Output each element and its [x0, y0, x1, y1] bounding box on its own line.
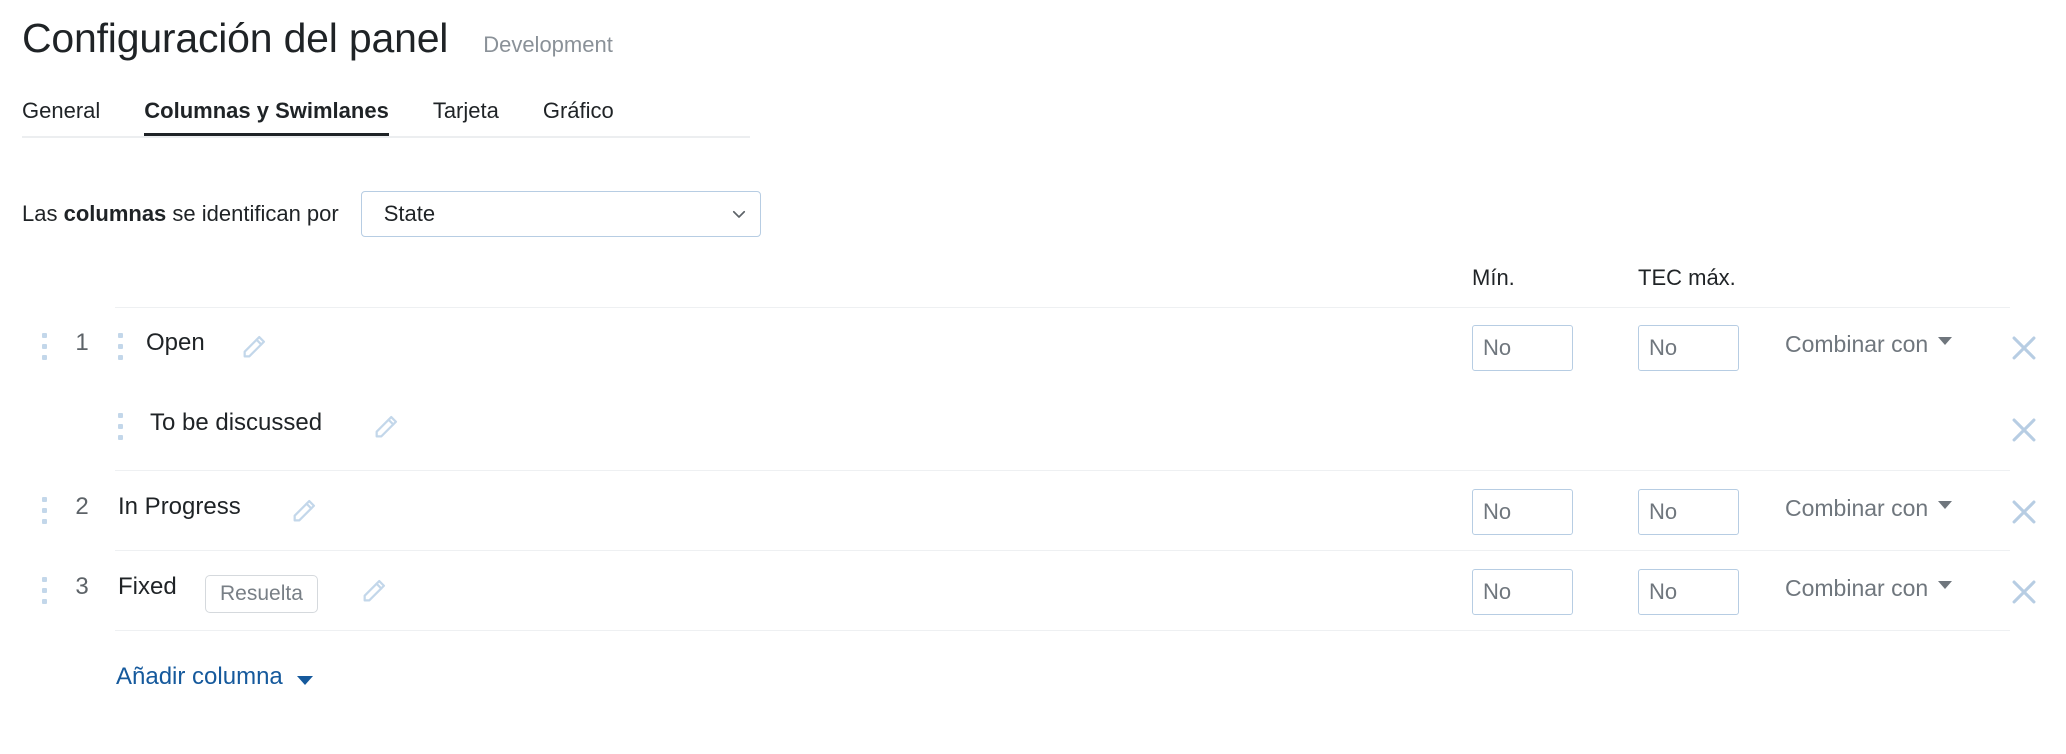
add-column-row: Añadir columna	[0, 657, 2066, 697]
table-row: 3 Fixed Resuelta Combinar con	[0, 551, 2066, 631]
close-icon[interactable]	[2007, 413, 2041, 447]
merge-with-label: Combinar con	[1785, 575, 1929, 601]
pencil-icon[interactable]	[360, 577, 388, 605]
tab-columnas-y-swimlanes[interactable]: Columnas y Swimlanes	[122, 98, 411, 138]
merge-with-label: Combinar con	[1785, 495, 1929, 521]
columns-identified-by-row: Las columnas se identifican por State	[0, 191, 2066, 237]
table-row: 2 In Progress Combinar con	[0, 471, 2066, 551]
row-name: In Progress	[118, 493, 241, 520]
caret-down-icon[interactable]	[296, 675, 313, 685]
caret-down-icon	[1938, 580, 1953, 589]
pencil-icon[interactable]	[372, 413, 400, 441]
drag-handle-icon[interactable]	[118, 413, 126, 441]
identify-label-prefix: Las	[22, 201, 64, 226]
add-column-button[interactable]: Añadir columna	[116, 663, 283, 691]
row-number: 2	[75, 493, 89, 520]
tab-bar-divider	[22, 136, 750, 138]
merge-with-label: Combinar con	[1785, 331, 1929, 357]
table-divider	[115, 630, 2010, 631]
close-icon[interactable]	[2007, 495, 2041, 529]
row-name: Fixed	[118, 573, 177, 600]
drag-handle-icon[interactable]	[42, 577, 50, 605]
min-input[interactable]	[1472, 489, 1573, 535]
merge-with-dropdown[interactable]: Combinar con	[1785, 331, 1953, 358]
table-row: 1 Open Combinar con	[0, 307, 2066, 387]
merge-with-dropdown[interactable]: Combinar con	[1785, 575, 1953, 602]
row-name: Open	[146, 329, 205, 356]
caret-down-icon	[1938, 336, 1953, 345]
merge-with-dropdown[interactable]: Combinar con	[1785, 495, 1953, 522]
tec-max-input[interactable]	[1638, 569, 1739, 615]
close-icon[interactable]	[2007, 331, 2041, 365]
tab-bar: General Columnas y Swimlanes Tarjeta Grá…	[0, 76, 2066, 138]
pencil-icon[interactable]	[240, 333, 268, 361]
caret-down-icon	[1938, 500, 1953, 509]
column-header-tec-max: TEC máx.	[1638, 265, 1736, 290]
drag-handle-icon[interactable]	[42, 497, 50, 525]
page-subtitle: Development	[483, 32, 613, 57]
page-header: Configuración del panel Development	[0, 0, 2066, 76]
min-input[interactable]	[1472, 325, 1573, 371]
tec-max-input[interactable]	[1638, 325, 1739, 371]
row-number: 1	[75, 329, 89, 356]
tabs: General Columnas y Swimlanes Tarjeta Grá…	[22, 76, 2066, 138]
close-icon[interactable]	[2007, 575, 2041, 609]
page-title: Configuración del panel	[22, 15, 449, 61]
identify-label-bold: columnas	[63, 201, 167, 226]
columns-identified-by-select[interactable]: State	[360, 191, 761, 237]
tab-general[interactable]: General	[22, 98, 122, 138]
drag-handle-icon[interactable]	[42, 333, 50, 361]
select-value: State	[383, 201, 436, 226]
table-row: To be discussed	[0, 387, 2066, 471]
tab-tarjeta[interactable]: Tarjeta	[411, 98, 521, 138]
row-name: To be discussed	[150, 409, 323, 436]
columns-identified-by-label: Las columnas se identifican por	[22, 201, 339, 227]
column-header-min: Mín.	[1472, 265, 1515, 290]
chevron-down-icon	[732, 210, 745, 218]
min-input[interactable]	[1472, 569, 1573, 615]
columns-table-header: Mín. TEC máx.	[0, 265, 2066, 308]
identify-label-suffix: se identifican por	[166, 201, 339, 226]
tec-max-input[interactable]	[1638, 489, 1739, 535]
tab-grafico[interactable]: Gráfico	[521, 98, 636, 138]
row-number: 3	[75, 573, 89, 600]
drag-handle-icon[interactable]	[118, 333, 126, 361]
status-badge: Resuelta	[205, 575, 318, 613]
pencil-icon[interactable]	[290, 497, 318, 525]
columns-table: Mín. TEC máx. 1 Open Combinar con	[0, 265, 2066, 631]
